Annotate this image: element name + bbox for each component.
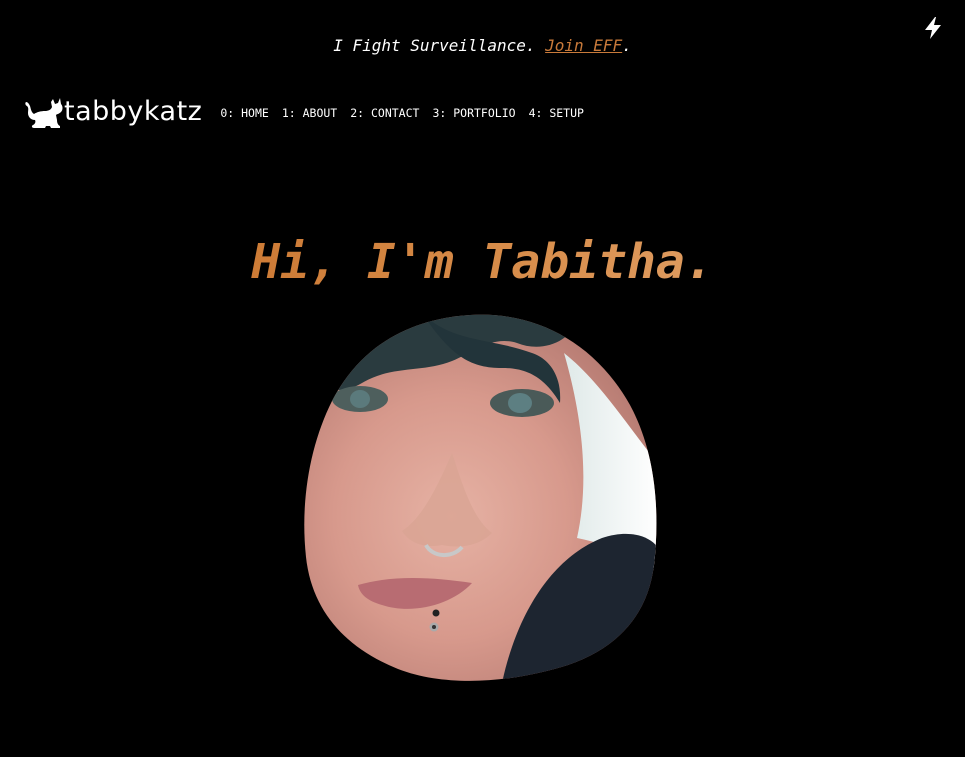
eff-banner: I Fight Surveillance. Join EFF.	[0, 35, 965, 57]
banner-text: I Fight Surveillance.	[333, 36, 546, 55]
logo-text: tabbykatz	[64, 96, 203, 127]
profile-portrait	[302, 313, 658, 683]
nav-portfolio[interactable]: 3: PORTFOLIO	[432, 106, 515, 120]
site-header: tabbykatz 0: HOME 1: ABOUT 2: CONTACT 3:…	[24, 92, 597, 132]
nav-setup[interactable]: 4: SETUP	[529, 106, 584, 120]
nav-contact[interactable]: 2: CONTACT	[350, 106, 419, 120]
join-eff-link[interactable]: Join EFF	[545, 36, 622, 55]
banner-suffix: .	[622, 36, 632, 55]
hero-title: Hi, I'm Tabitha.	[0, 232, 965, 292]
cat-logo-icon	[24, 95, 64, 129]
lightning-bolt-icon[interactable]	[922, 16, 944, 40]
site-logo[interactable]: tabbykatz	[24, 95, 202, 129]
nav-about[interactable]: 1: ABOUT	[282, 106, 337, 120]
main-nav: 0: HOME 1: ABOUT 2: CONTACT 3: PORTFOLIO…	[220, 104, 597, 120]
nav-home[interactable]: 0: HOME	[220, 106, 268, 120]
